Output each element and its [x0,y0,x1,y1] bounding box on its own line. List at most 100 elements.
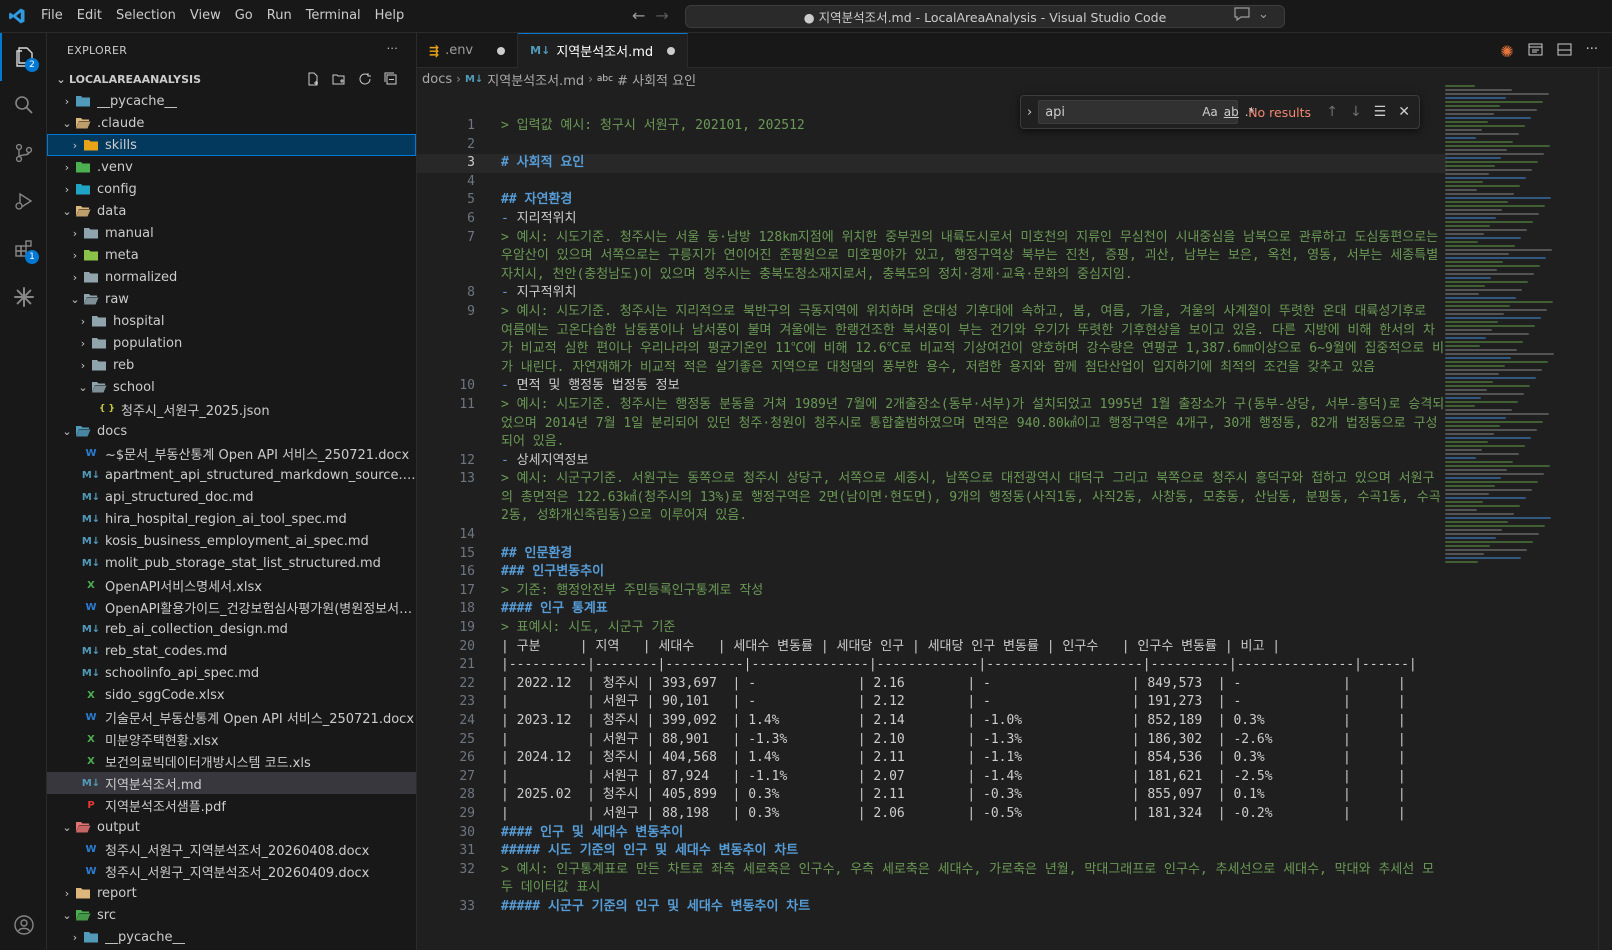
folder-icon [83,269,99,285]
tree-file[interactable]: X OpenAPI서비스명세서.xlsx [47,574,416,596]
find-in-selection-icon[interactable]: ☰ [1374,104,1387,120]
window-title: ● 지역분석조서.md - LocalAreaAnalysis - Visual… [803,10,1167,25]
chevron-down-icon[interactable]: ⌄ [1258,7,1269,25]
tree-file[interactable]: P 지역분석조서샘플.pdf [47,794,416,816]
workspace-root[interactable]: ⌄ LOCALAREAANALYSIS [47,68,416,90]
tree-folder[interactable]: ⌄ src [47,904,416,926]
tree-folder[interactable]: › report [47,882,416,904]
json-file-icon: { } [99,404,115,414]
menu-selection[interactable]: Selection [109,5,183,27]
tree-folder[interactable]: › reb [47,354,416,376]
tree-folder[interactable]: › skills [47,134,416,156]
arrow-down-icon[interactable]: ↓ [1350,104,1362,120]
menu-file[interactable]: File [34,5,70,27]
breadcrumb-file[interactable]: 지역분석조서.md [487,70,584,89]
tab-region-analysis[interactable]: M↓ 지역분석조서.md [518,33,689,68]
close-icon[interactable]: ✕ [1398,104,1410,120]
tree-file[interactable]: M↓ api_structured_doc.md [47,486,416,508]
line-text [475,136,1445,155]
tree-folder[interactable]: › __pycache__ [47,926,416,948]
tree-file[interactable]: W 청주시_서원구_지역분석조서_20260409.docx [47,860,416,882]
tree-file[interactable]: M↓ reb_ai_collection_design.md [47,618,416,640]
tree-folder[interactable]: › normalized [47,266,416,288]
breadcrumb-symbol[interactable]: # 사회적 요인 [617,70,696,89]
minimap[interactable] [1445,85,1563,585]
arrow-up-icon[interactable]: ↑ [1326,104,1338,120]
tab-label: 지역분석조서.md [556,45,654,60]
accounts-activity[interactable] [0,901,47,949]
chat-icon[interactable] [1234,7,1250,25]
word-file-icon: W [85,843,97,855]
menu-edit[interactable]: Edit [70,5,109,27]
back-arrow-icon[interactable]: ← [632,6,645,25]
whole-word-icon[interactable]: ab [1224,105,1239,119]
tree-file[interactable]: M↓ kosis_business_employment_ai_spec.md [47,530,416,552]
minimap-line [1445,533,1539,535]
chat-toggle[interactable]: ⌄ [1234,7,1269,25]
tree-file[interactable]: M↓ hira_hospital_region_ai_tool_spec.md [47,508,416,530]
tree-folder[interactable]: › config [47,178,416,200]
sparkle-icon[interactable]: ✺ [1500,42,1513,61]
unsaved-dot-icon[interactable] [667,46,676,55]
preview-icon[interactable] [1528,42,1543,57]
more-actions-icon[interactable]: ··· [1586,42,1598,61]
run-debug-activity[interactable] [0,177,47,225]
tree-file[interactable]: W 기술문서_부동산통계 Open API 서비스_250721.docx [47,706,416,728]
tree-folder[interactable]: ⌄ data [47,200,416,222]
breadcrumb-folder[interactable]: docs [422,72,452,87]
token: 지구적위치 [516,285,577,301]
token: #### 인구 및 세대수 변동추이 [501,824,684,840]
tree-folder[interactable]: ⌄ school [47,376,416,398]
tree-folder[interactable]: ⌄ .claude [47,112,416,134]
code-editor[interactable]: 1 > 입력값 예시: 청구시 서원구, 202101, 202512 2 3 # 사회… [417,117,1447,917]
tree-file[interactable]: W 청주시_서원구_지역분석조서_20260408.docx [47,838,416,860]
tree-folder[interactable]: › manual [47,222,416,244]
tree-file[interactable]: M↓ reb_stat_codes.md [47,640,416,662]
tree-file[interactable]: M↓ apartment_api_structured_markdown_sour… [47,464,416,486]
tree-file[interactable]: { } 청주시_서원구_2025.json [47,398,416,420]
explorer-activity[interactable]: 2 [0,33,47,81]
tree-folder[interactable]: › .venv [47,156,416,178]
tree-folder[interactable]: › population [47,332,416,354]
tree-file[interactable]: M↓ molit_pub_storage_stat_list_structured… [47,552,416,574]
collapse-all-icon[interactable] [384,72,398,86]
forward-arrow-icon[interactable]: → [655,6,668,25]
extensions-activity[interactable]: 1 [0,225,47,273]
tree-folder[interactable]: › hospital [47,310,416,332]
menu-run[interactable]: Run [260,5,299,27]
editor-scrollbar[interactable] [1598,68,1612,950]
tree-file[interactable]: M↓ schoolinfo_api_spec.md [47,662,416,684]
menu-terminal[interactable]: Terminal [299,5,368,27]
tree-folder[interactable]: › __pycache__ [47,90,416,112]
tree-file[interactable]: X 보건의료빅데이터개방시스템 코드.xls [47,750,416,772]
line-number: 17 [459,582,475,598]
tree-file[interactable]: Xsido_sggCode.xlsx [47,684,416,706]
command-center[interactable]: ● 지역분석조서.md - LocalAreaAnalysis - Visual… [685,5,1285,28]
unsaved-dot-icon[interactable] [497,46,506,55]
tree-folder[interactable]: ⌄ output [47,816,416,838]
tree-folder[interactable]: ⌄ raw [47,288,416,310]
line-text: > 예시: 시군구기준. 서원구는 동쪽으로 청주시 상당구, 서쪽으로 세종시… [475,470,1445,526]
claude-activity[interactable] [0,273,47,321]
search-activity[interactable] [0,81,47,129]
tree-folder[interactable]: ⌄ docs [47,420,416,442]
more-actions-icon[interactable]: ··· [387,42,398,55]
folder-icon [75,907,91,923]
tree-folder[interactable]: › meta [47,244,416,266]
menu-view[interactable]: View [183,5,228,27]
source-control-activity[interactable] [0,129,47,177]
tree-file[interactable]: W OpenAPI활용가이드_건강보험심사평가원(병원정보서비... [47,596,416,618]
regex-icon[interactable]: .* [1245,105,1255,119]
minimap-line [1445,149,1507,151]
split-editor-icon[interactable] [1557,42,1572,57]
new-folder-icon[interactable] [332,72,346,86]
menu-go[interactable]: Go [228,5,260,27]
tree-file[interactable]: W ~$문서_부동산통계 Open API 서비스_250721.docx [47,442,416,464]
tab-env[interactable]: ⇶ .env [417,33,519,68]
menu-help[interactable]: Help [368,5,412,27]
new-file-icon[interactable] [306,72,320,86]
refresh-icon[interactable] [358,72,372,86]
tree-file[interactable]: X 미분양주택현황.xlsx [47,728,416,750]
tree-file[interactable]: M↓ 지역분석조서.md [47,772,416,794]
match-case-icon[interactable]: Aa [1202,105,1218,119]
